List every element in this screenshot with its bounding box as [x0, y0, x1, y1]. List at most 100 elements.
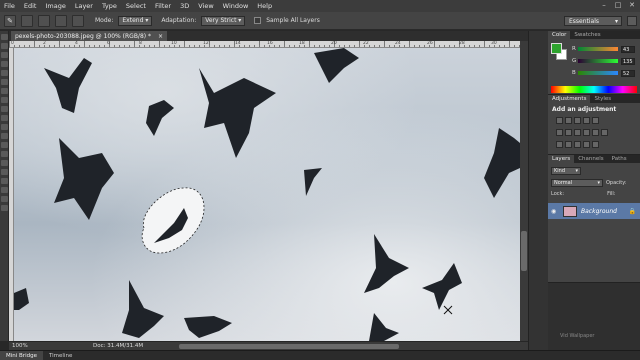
- green-value-input[interactable]: 135: [621, 57, 635, 65]
- layer-row-background[interactable]: ◉ Background 🔒: [548, 203, 640, 219]
- red-slider-row: R 43: [572, 45, 638, 53]
- history-brush-tool-icon[interactable]: [1, 115, 8, 121]
- pen-tool-icon[interactable]: [1, 160, 8, 166]
- close-tab-icon[interactable]: ×: [158, 33, 163, 40]
- kind-filter-select[interactable]: Kind ▾: [551, 167, 581, 175]
- quick-selection-tool-icon[interactable]: [1, 61, 8, 67]
- workspace-icon[interactable]: [627, 16, 637, 26]
- intersect-selection-icon[interactable]: [72, 14, 84, 27]
- subtract-selection-icon[interactable]: [55, 14, 67, 27]
- hand-tool-icon[interactable]: [1, 196, 8, 202]
- tab-layers[interactable]: Layers: [548, 155, 575, 163]
- blur-tool-icon[interactable]: [1, 142, 8, 148]
- color-lookup-icon[interactable]: [601, 129, 608, 136]
- black-white-icon[interactable]: [574, 129, 581, 136]
- bottom-panel-tabs: Mini Bridge Timeline: [0, 350, 640, 360]
- ruler-tick: [384, 41, 385, 47]
- tab-mini-bridge[interactable]: Mini Bridge: [0, 350, 43, 360]
- move-tool-icon[interactable]: [1, 34, 8, 40]
- red-slider[interactable]: [578, 47, 618, 51]
- chevron-down-icon: ▾: [238, 17, 242, 24]
- menu-help[interactable]: Help: [257, 2, 272, 10]
- add-selection-icon[interactable]: [38, 14, 50, 27]
- gradient-tool-icon[interactable]: [1, 133, 8, 139]
- eye-icon[interactable]: ◉: [551, 208, 558, 215]
- selective-color-icon[interactable]: [592, 141, 599, 148]
- new-selection-icon[interactable]: [21, 14, 33, 27]
- blend-mode-select[interactable]: Normal ▾: [551, 179, 603, 187]
- type-tool-icon[interactable]: [1, 169, 8, 175]
- image-canvas[interactable]: [14, 48, 520, 341]
- marquee-tool-icon[interactable]: [1, 43, 8, 49]
- eraser-tool-icon[interactable]: [1, 124, 8, 130]
- brush-tool-icon[interactable]: [1, 97, 8, 103]
- gradient-map-icon[interactable]: [583, 141, 590, 148]
- photo-filter-icon[interactable]: [583, 129, 590, 136]
- menu-edit[interactable]: Edit: [24, 2, 37, 10]
- tab-channels[interactable]: Channels: [574, 155, 607, 163]
- tab-timeline[interactable]: Timeline: [43, 351, 78, 360]
- zoom-tool-icon[interactable]: [1, 205, 8, 211]
- quick-selection-tool-icon[interactable]: ✎: [4, 14, 16, 27]
- workspace-select[interactable]: Essentials ▾: [564, 16, 622, 26]
- tab-swatches[interactable]: Swatches: [570, 31, 604, 39]
- workspace-value: Essentials: [569, 17, 600, 25]
- tab-paths[interactable]: Paths: [608, 155, 631, 163]
- brightness-icon[interactable]: [556, 117, 563, 124]
- ruler-tick: [9, 41, 10, 47]
- blue-value-input[interactable]: 52: [621, 69, 635, 77]
- menu-layer[interactable]: Layer: [75, 2, 93, 10]
- red-value-input[interactable]: 43: [621, 45, 635, 53]
- document-tab[interactable]: pexels-photo-203088.jpeg @ 100% (RGB/8) …: [11, 31, 167, 41]
- scroll-thumb[interactable]: [521, 231, 527, 271]
- foreground-color-swatch[interactable]: [551, 43, 562, 54]
- curves-icon[interactable]: [574, 117, 581, 124]
- shape-tool-icon[interactable]: [1, 187, 8, 193]
- channel-mixer-icon[interactable]: [592, 129, 599, 136]
- tab-adjustments[interactable]: Adjustments: [548, 95, 591, 103]
- kind-value: Kind: [554, 168, 566, 174]
- minimize-icon[interactable]: –: [600, 2, 608, 9]
- menu-image[interactable]: Image: [45, 2, 65, 10]
- blue-slider[interactable]: [578, 71, 618, 75]
- tools-panel: [0, 31, 9, 341]
- clone-stamp-tool-icon[interactable]: [1, 106, 8, 112]
- levels-icon[interactable]: [565, 117, 572, 124]
- vibrance-icon[interactable]: [592, 117, 599, 124]
- vertical-scrollbar[interactable]: [520, 41, 528, 341]
- exposure-icon[interactable]: [583, 117, 590, 124]
- menu-window[interactable]: Window: [223, 2, 249, 10]
- menu-view[interactable]: View: [198, 2, 213, 10]
- menu-3d[interactable]: 3D: [180, 2, 189, 10]
- horizontal-scroll-thumb[interactable]: [179, 344, 399, 349]
- mode-select[interactable]: Extend ▾: [118, 15, 153, 26]
- menu-filter[interactable]: Filter: [155, 2, 171, 10]
- eyedropper-tool-icon[interactable]: [1, 79, 8, 85]
- green-slider[interactable]: [578, 59, 618, 63]
- healing-brush-tool-icon[interactable]: [1, 88, 8, 94]
- maximize-icon[interactable]: □: [614, 2, 622, 9]
- doc-size: Doc: 31.4M/31.4M: [93, 343, 144, 349]
- hue-saturation-icon[interactable]: [556, 129, 563, 136]
- menu-file[interactable]: File: [4, 2, 15, 10]
- blue-slider-row: B 52: [572, 69, 638, 77]
- close-window-icon[interactable]: ✕: [628, 2, 636, 9]
- path-selection-tool-icon[interactable]: [1, 178, 8, 184]
- posterize-icon[interactable]: [565, 141, 572, 148]
- invert-icon[interactable]: [556, 141, 563, 148]
- lock-label: Lock:: [551, 191, 565, 197]
- crop-tool-icon[interactable]: [1, 70, 8, 76]
- zoom-level[interactable]: 100%: [9, 343, 33, 349]
- threshold-icon[interactable]: [574, 141, 581, 148]
- dodge-tool-icon[interactable]: [1, 151, 8, 157]
- sample-all-layers-checkbox[interactable]: [254, 17, 262, 24]
- adjustment-icons-row-3: [556, 141, 599, 148]
- adaptation-select[interactable]: Very Strict ▾: [201, 15, 246, 26]
- tab-styles[interactable]: Styles: [590, 95, 615, 103]
- menu-type[interactable]: Type: [102, 2, 117, 10]
- lasso-tool-icon[interactable]: [1, 52, 8, 58]
- color-spectrum[interactable]: [551, 86, 637, 93]
- menu-select[interactable]: Select: [126, 2, 146, 10]
- tab-color[interactable]: Color: [548, 31, 571, 39]
- color-balance-icon[interactable]: [565, 129, 572, 136]
